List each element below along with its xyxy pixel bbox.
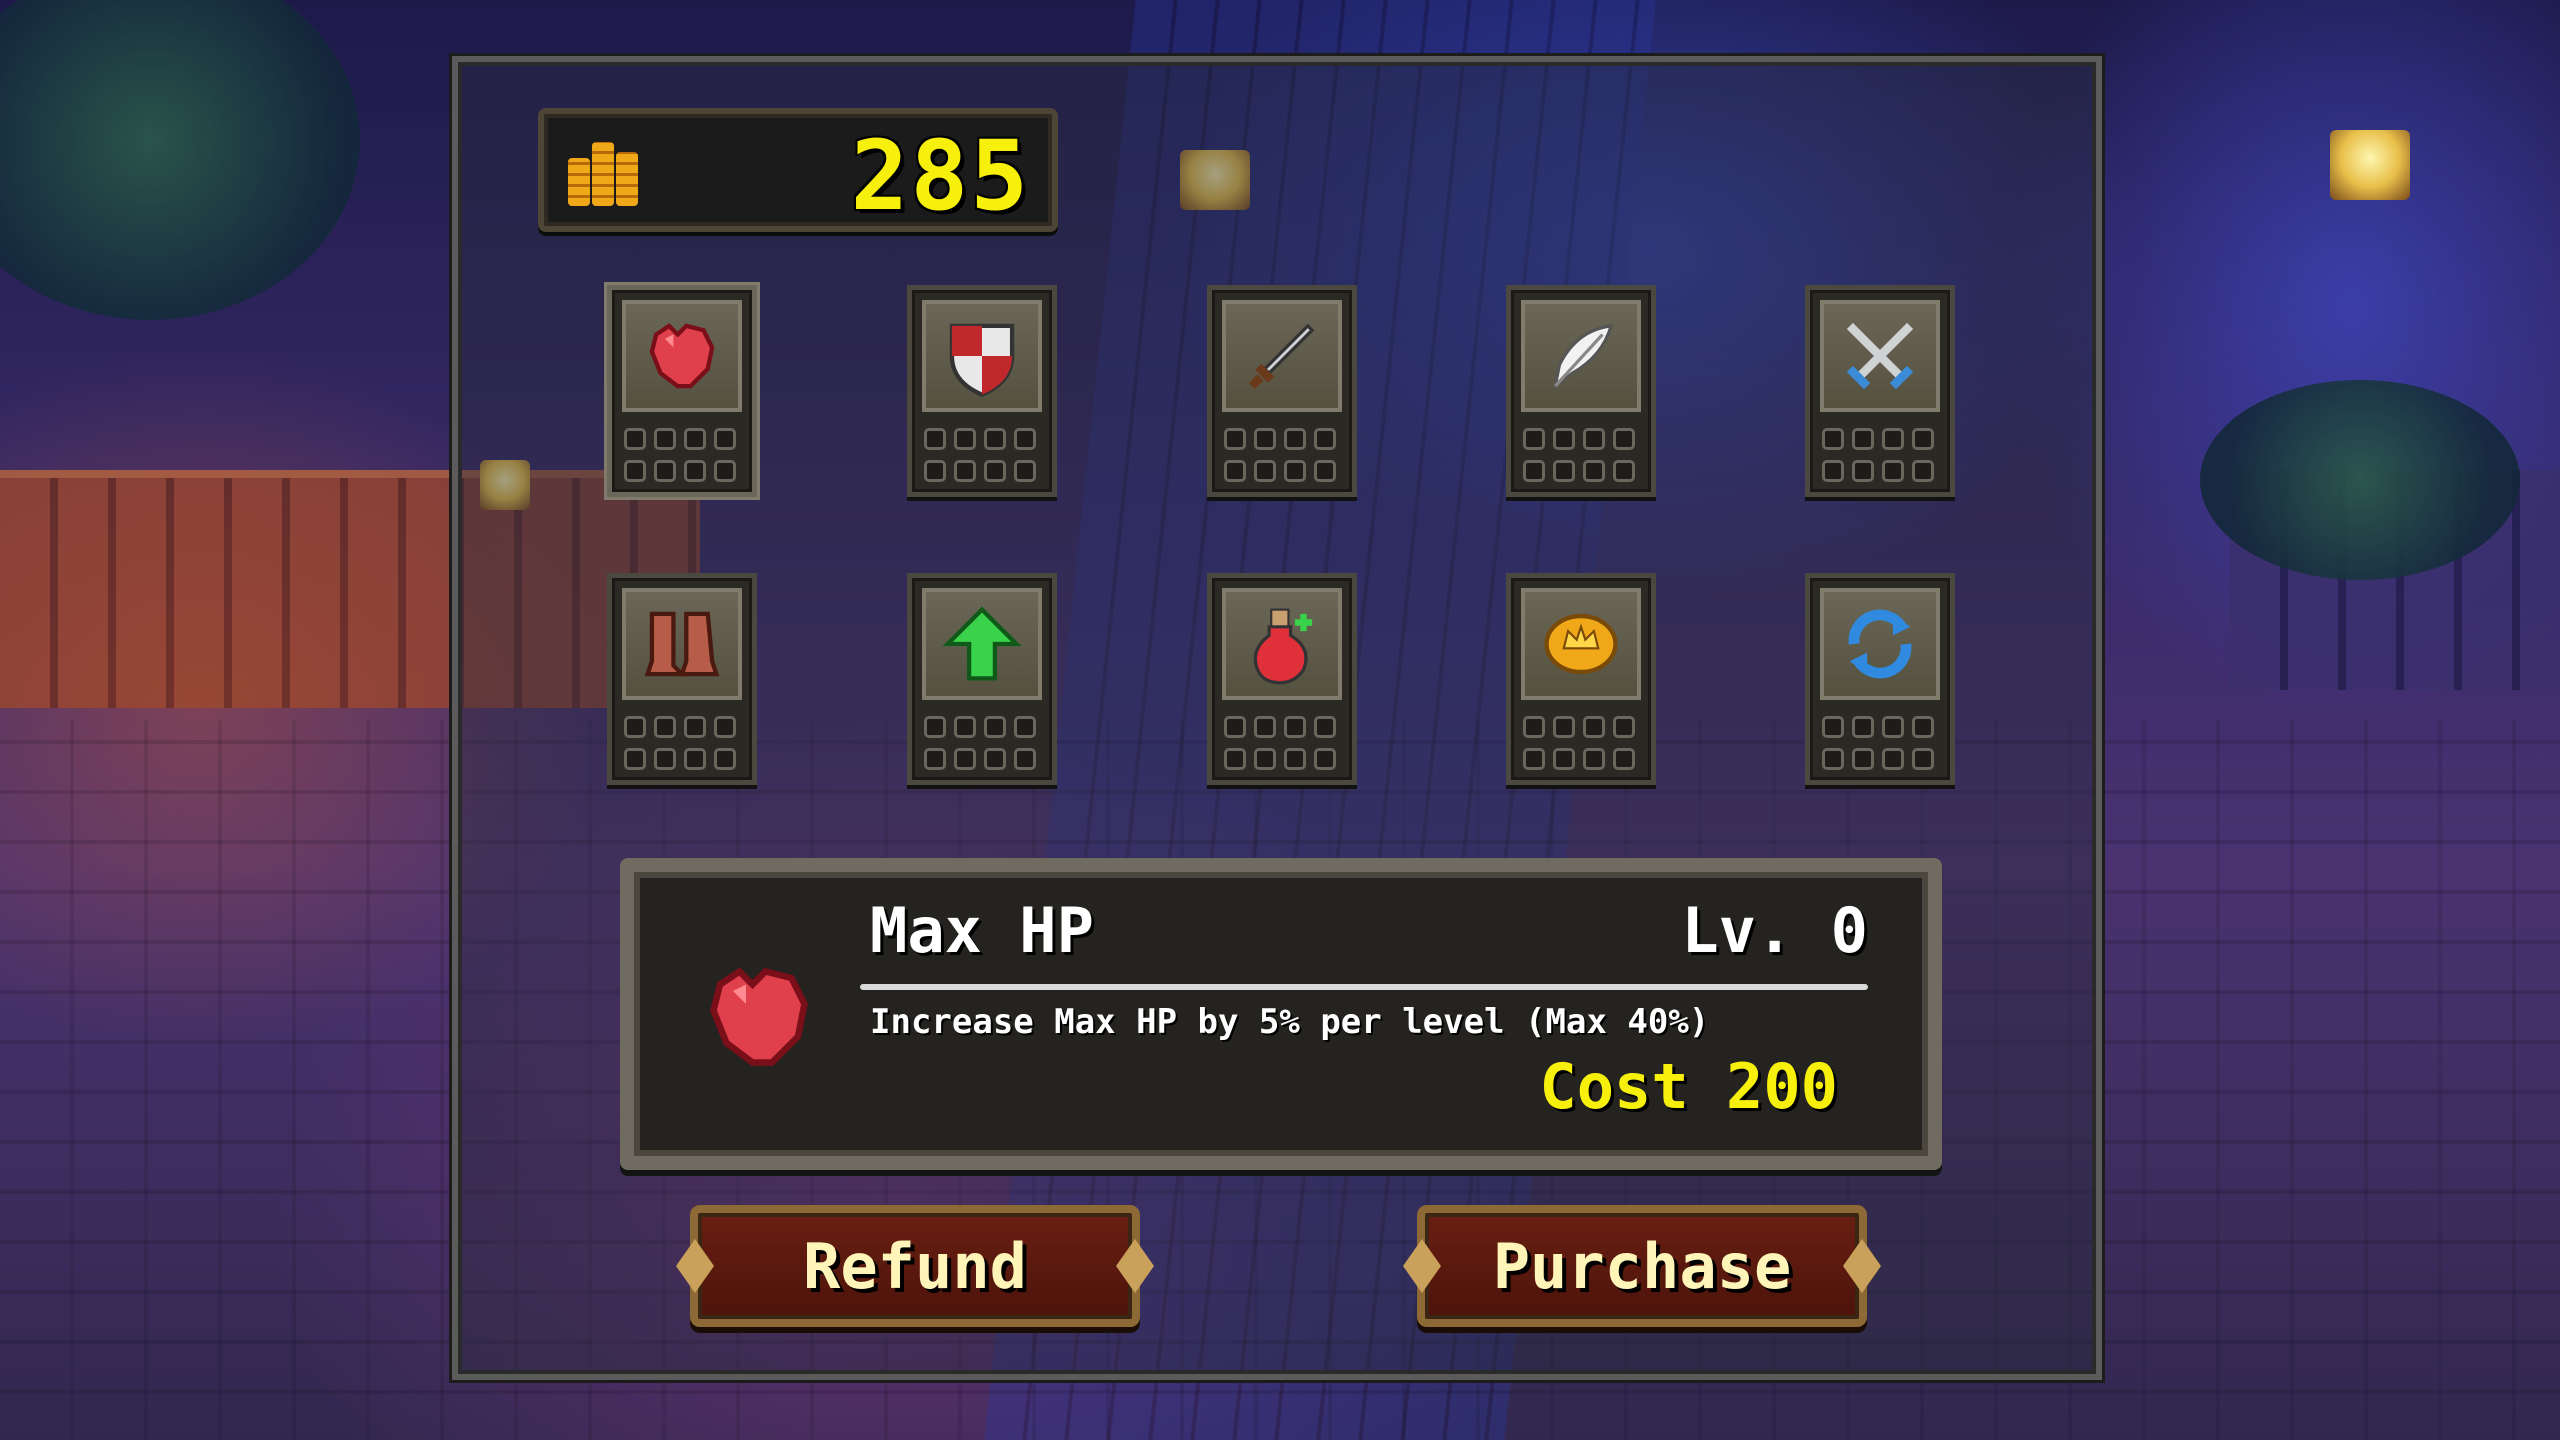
tree-foliage-left bbox=[0, 0, 360, 320]
green-arrow-up-icon bbox=[922, 588, 1042, 700]
level-pips bbox=[1224, 716, 1340, 770]
level-pips bbox=[1523, 716, 1639, 770]
level-pips bbox=[624, 428, 740, 482]
upgrade-card-speed[interactable] bbox=[1506, 285, 1656, 497]
level-pips bbox=[1822, 716, 1938, 770]
coin-stack-icon bbox=[568, 134, 638, 206]
upgrade-title: Max HP bbox=[870, 894, 1094, 967]
upgrade-card-crossed-swords[interactable] bbox=[1805, 285, 1955, 497]
gold-coin-icon bbox=[1521, 588, 1641, 700]
boots-icon bbox=[622, 588, 742, 700]
level-pips bbox=[924, 716, 1040, 770]
level-pips bbox=[1224, 428, 1340, 482]
upgrade-card-attack[interactable] bbox=[1207, 285, 1357, 497]
upgrade-card-coin[interactable] bbox=[1506, 573, 1656, 785]
upgrade-card-refresh[interactable] bbox=[1805, 573, 1955, 785]
upgrade-card-max-hp[interactable] bbox=[607, 285, 757, 497]
upgrade-card-defense[interactable] bbox=[907, 285, 1057, 497]
refresh-icon bbox=[1820, 588, 1940, 700]
upgrade-info-panel: Max HP Lv. 0 Increase Max HP by 5% per l… bbox=[620, 858, 1942, 1170]
upgrade-cost: Cost 200 bbox=[1539, 1050, 1838, 1123]
crossed-swords-icon bbox=[1820, 300, 1940, 412]
upgrade-card-boots[interactable] bbox=[607, 573, 757, 785]
shield-icon bbox=[922, 300, 1042, 412]
torch-right bbox=[2330, 130, 2410, 200]
potion-icon bbox=[1222, 588, 1342, 700]
heart-icon bbox=[710, 967, 808, 1066]
coin-count: 285 bbox=[850, 120, 1030, 232]
feather-icon bbox=[1521, 300, 1641, 412]
coin-counter: 285 bbox=[538, 108, 1058, 232]
divider bbox=[860, 984, 1868, 990]
upgrade-card-potion[interactable] bbox=[1207, 573, 1357, 785]
refund-button[interactable]: Refund bbox=[690, 1205, 1140, 1327]
bush-right bbox=[2200, 380, 2520, 580]
upgrade-description: Increase Max HP by 5% per level (Max 40%… bbox=[870, 1002, 1710, 1042]
level-pips bbox=[1822, 428, 1938, 482]
purchase-button[interactable]: Purchase bbox=[1417, 1205, 1867, 1327]
level-pips bbox=[1523, 428, 1639, 482]
sword-icon bbox=[1222, 300, 1342, 412]
upgrade-level: Lv. 0 bbox=[1681, 894, 1868, 967]
level-pips bbox=[924, 428, 1040, 482]
level-pips bbox=[624, 716, 740, 770]
heart-icon bbox=[622, 300, 742, 412]
upgrade-card-level-up[interactable] bbox=[907, 573, 1057, 785]
